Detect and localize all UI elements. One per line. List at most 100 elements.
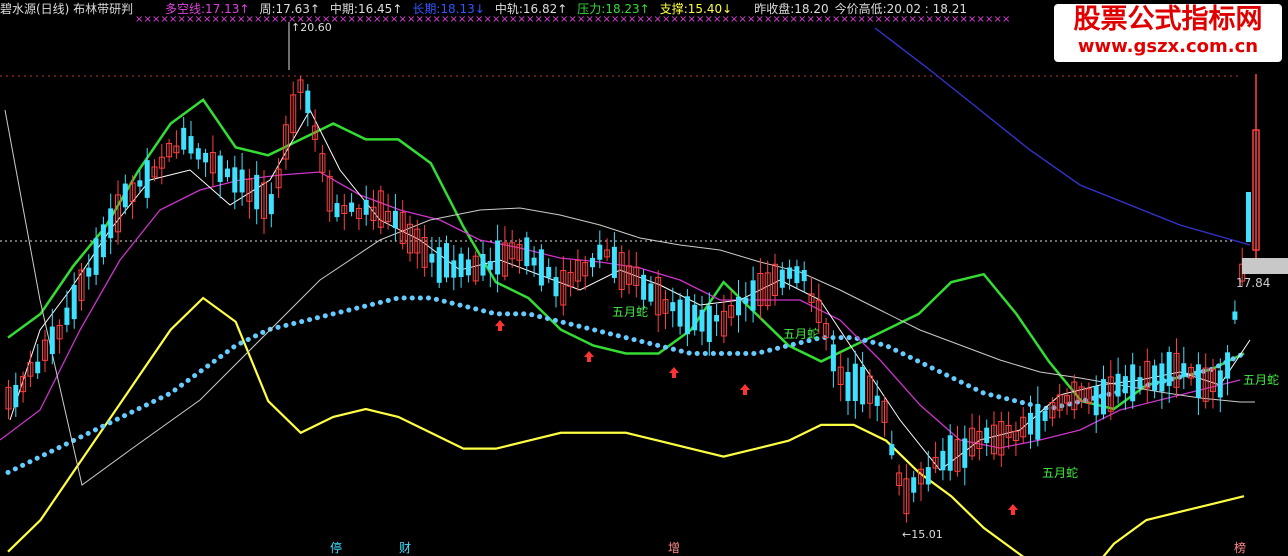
signal-marker: × [356, 14, 364, 25]
buy-arrow-icon [669, 367, 679, 373]
candle-body-down [641, 274, 647, 300]
long-gray-line [4, 109, 1255, 486]
candle-body-down [706, 305, 712, 343]
candle-body-down [487, 261, 493, 270]
candle-body-down [538, 249, 544, 286]
candle-body-down [1028, 412, 1033, 435]
candle-body-down [71, 284, 77, 320]
buy-arrow-icon [495, 320, 505, 326]
signal-marker: × [807, 14, 815, 25]
candle-body-down [239, 169, 245, 193]
high-price-label: ↑20.60 [291, 21, 332, 34]
candle-body-down [144, 160, 150, 198]
candle-body-down [1181, 363, 1187, 377]
buy-arrow-icon [1011, 510, 1015, 515]
signal-marker: × [331, 14, 339, 25]
signal-marker: × [773, 14, 781, 25]
candle-body-down [648, 283, 654, 302]
signal-marker: × [229, 14, 237, 25]
signal-marker: × [509, 14, 517, 25]
signal-marker: × [543, 14, 551, 25]
signal-marker: × [594, 14, 602, 25]
signal-marker: × [569, 14, 577, 25]
signal-marker: × [161, 14, 169, 25]
signal-marker: × [960, 14, 968, 25]
low-price-label: ←15.01 [902, 528, 943, 541]
candle-body-down [546, 266, 552, 278]
candle-body-down [743, 297, 749, 304]
signal-marker: × [620, 14, 628, 25]
signal-marker: × [390, 14, 398, 25]
signal-marker: × [679, 14, 687, 25]
candle-body-down [254, 174, 260, 210]
candle-body-down [1225, 352, 1231, 379]
candle-body-down [195, 148, 201, 160]
signal-marker: × [926, 14, 934, 25]
candle-body-down [86, 267, 92, 277]
signal-marker: × [696, 14, 704, 25]
candle-body-down [49, 326, 55, 355]
candle-body-down [13, 384, 19, 408]
signal-marker: × [178, 14, 186, 25]
signal-marker: × [917, 14, 925, 25]
candle-body-down [392, 210, 398, 229]
signal-marker: × [518, 14, 526, 25]
candle-body-down [465, 259, 471, 276]
event-marker: 榜 [1234, 540, 1246, 555]
signal-marker: × [662, 14, 670, 25]
candle-body-down [845, 371, 851, 402]
candle-body-down [925, 467, 931, 485]
event-marker: 财 [399, 541, 411, 555]
price-chart[interactable]: × × × × × × × × × × × × × × × × × × × × × × × × × × × × × × × × × × × × × × × ×… [0, 0, 1288, 556]
signal-marker: × [263, 14, 271, 25]
candle-body-down [1130, 364, 1136, 402]
candle-body-down [122, 183, 128, 208]
signal-marker: × [501, 14, 509, 25]
candle-body-down [349, 202, 355, 212]
signal-marker: × [492, 14, 500, 25]
candle-body-down [524, 237, 530, 267]
signal-marker: × [552, 14, 560, 25]
candle-body-down [268, 194, 274, 215]
right-price-label: 17.84 [1236, 276, 1271, 290]
signal-marker: × [892, 14, 900, 25]
candle-body-down [436, 247, 442, 283]
candle-body-down [108, 208, 114, 239]
candle-body-down [1101, 379, 1106, 415]
candle-body-down [611, 246, 617, 278]
signal-marker: × [849, 14, 857, 25]
signal-marker: × [586, 14, 594, 25]
signal-marker: × [399, 14, 407, 25]
candle-body-down [597, 244, 603, 260]
buy-arrow-icon [584, 351, 594, 357]
signal-marker: × [977, 14, 985, 25]
signal-marker: × [212, 14, 220, 25]
buy-arrow-icon [672, 373, 676, 378]
signal-marker: × [943, 14, 951, 25]
candle-body-down [714, 315, 720, 322]
signal-marker: × [237, 14, 245, 25]
candle-body-down [444, 243, 449, 278]
candle-body-down [495, 240, 501, 275]
candle-body-down [590, 257, 595, 268]
signal-marker: × [671, 14, 679, 25]
candle-body-down [1035, 403, 1041, 440]
signal-marker: × [909, 14, 917, 25]
candle-body-down [1122, 376, 1128, 394]
signal-marker: × [747, 14, 755, 25]
signal-marker: × [152, 14, 160, 25]
candle-body-down [984, 427, 990, 444]
candle-body-down [860, 366, 866, 405]
candle-body-down [1159, 363, 1165, 392]
signal-marker: × [722, 14, 730, 25]
buy-arrow-icon [587, 357, 591, 362]
candle-body-down [794, 266, 800, 284]
candle-body-down [779, 269, 785, 288]
candle-body-down [225, 168, 230, 178]
signal-marker: × [246, 14, 254, 25]
signal-marker: × [416, 14, 424, 25]
candle-body-down [699, 309, 705, 332]
signal-marker: × [688, 14, 696, 25]
candle-body-down [947, 435, 953, 471]
signal-marker: × [934, 14, 942, 25]
